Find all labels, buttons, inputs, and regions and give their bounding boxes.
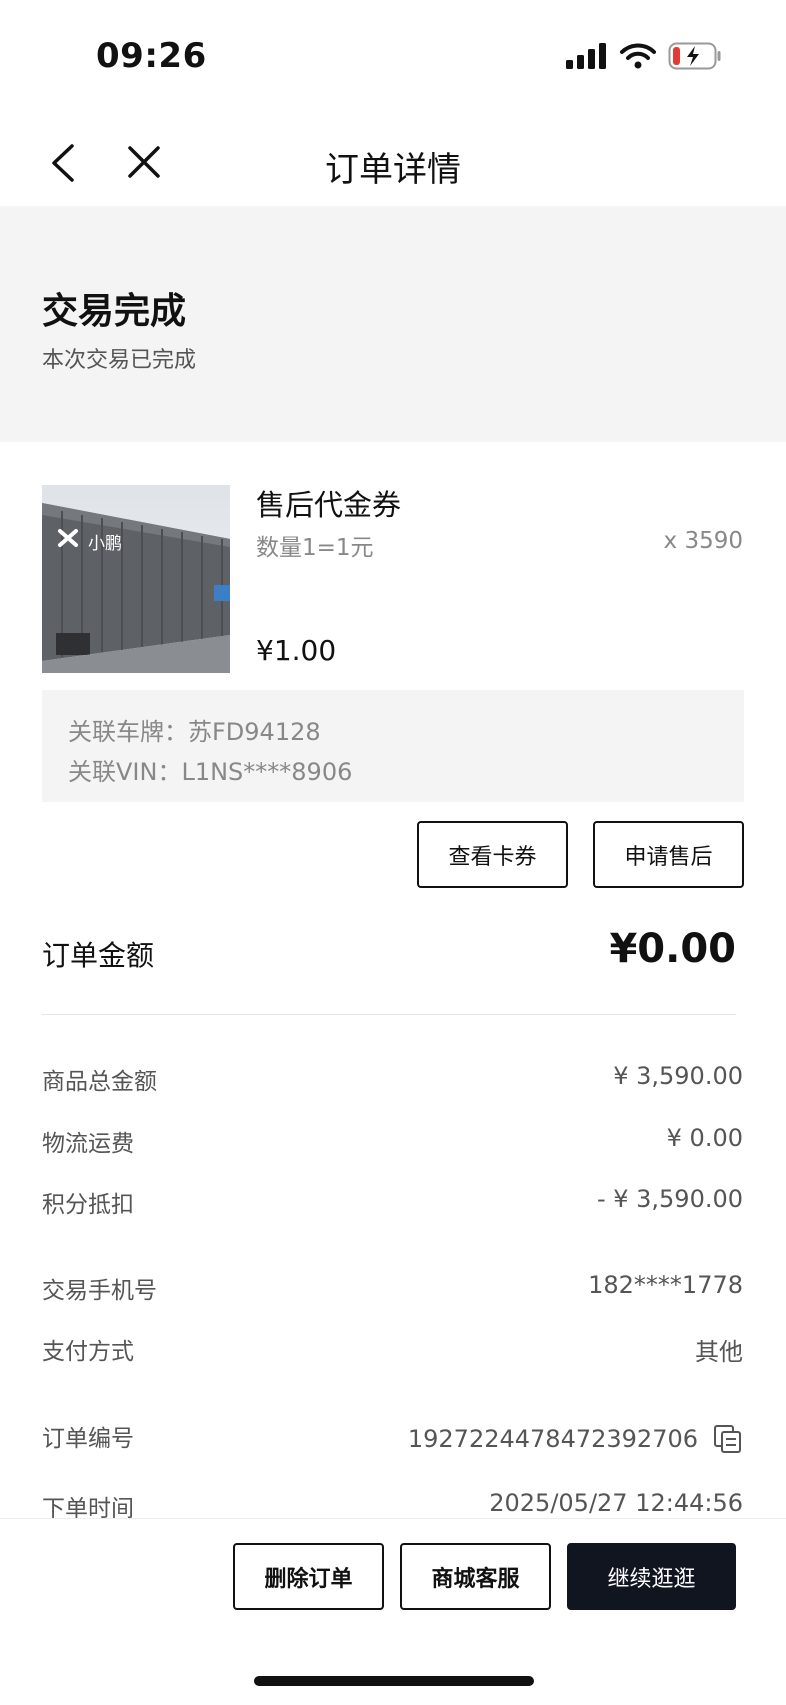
home-indicator — [254, 1676, 534, 1686]
copy-order-number-button[interactable] — [713, 1424, 743, 1454]
order-amount-value: ¥0.00 — [609, 926, 736, 972]
detail-label-payment-method: 支付方式 — [42, 1339, 134, 1365]
product-quantity-desc: 数量1=1元 — [256, 535, 374, 561]
detail-value-order-number: 1927224478472392706 — [407, 1425, 698, 1453]
delete-order-button[interactable]: 删除订单 — [233, 1543, 384, 1610]
detail-value-payment-method: 其他 — [695, 1338, 743, 1366]
order-status-heading: 交易完成 — [42, 291, 187, 332]
page-title: 订单详情 — [325, 150, 461, 190]
vehicle-vin: 关联VIN：L1NS****8906 — [68, 758, 353, 786]
order-status-panel: 交易完成 本次交易已完成 — [0, 206, 786, 442]
detail-value-goods-total: ¥ 3,590.00 — [613, 1062, 743, 1090]
apply-after-sale-button[interactable]: 申请售后 — [593, 821, 744, 888]
divider — [42, 1014, 736, 1015]
detail-label-phone: 交易手机号 — [42, 1278, 157, 1304]
product-name: 售后代金券 — [256, 488, 402, 522]
vehicle-info-box: 关联车牌：苏FD94128 关联VIN：L1NS****8906 — [42, 690, 744, 802]
thumbnail-logo-text: 小鹏 — [88, 534, 122, 554]
customer-service-button[interactable]: 商城客服 — [400, 1543, 551, 1610]
status-icons — [566, 42, 722, 70]
status-time: 09:26 — [96, 36, 207, 76]
battery-charging-icon — [668, 42, 721, 70]
detail-value-phone: 182****1778 — [588, 1271, 743, 1299]
detail-label-order-number: 订单编号 — [42, 1426, 134, 1452]
continue-shopping-button[interactable]: 继续逛逛 — [567, 1543, 736, 1610]
copy-icon — [714, 1425, 741, 1453]
product-count: x 3590 — [663, 528, 743, 554]
detail-label-shipping: 物流运费 — [42, 1131, 134, 1157]
detail-value-points-deduction: - ¥ 3,590.00 — [596, 1185, 743, 1213]
detail-value-order-time: 2025/05/27 12:44:56 — [489, 1489, 743, 1517]
detail-label-goods-total: 商品总金额 — [42, 1069, 157, 1095]
product-thumbnail[interactable]: 小鹏 — [42, 485, 230, 673]
cellular-signal-icon — [566, 43, 606, 69]
detail-value-shipping: ¥ 0.00 — [666, 1124, 743, 1152]
vehicle-plate: 关联车牌：苏FD94128 — [68, 718, 321, 746]
detail-label-points-deduction: 积分抵扣 — [42, 1192, 134, 1218]
wifi-icon — [620, 43, 656, 69]
order-amount-label: 订单金额 — [42, 939, 155, 972]
product-price: ¥1.00 — [256, 634, 337, 667]
view-coupon-button[interactable]: 查看卡券 — [417, 821, 568, 888]
order-status-description: 本次交易已完成 — [42, 348, 197, 373]
